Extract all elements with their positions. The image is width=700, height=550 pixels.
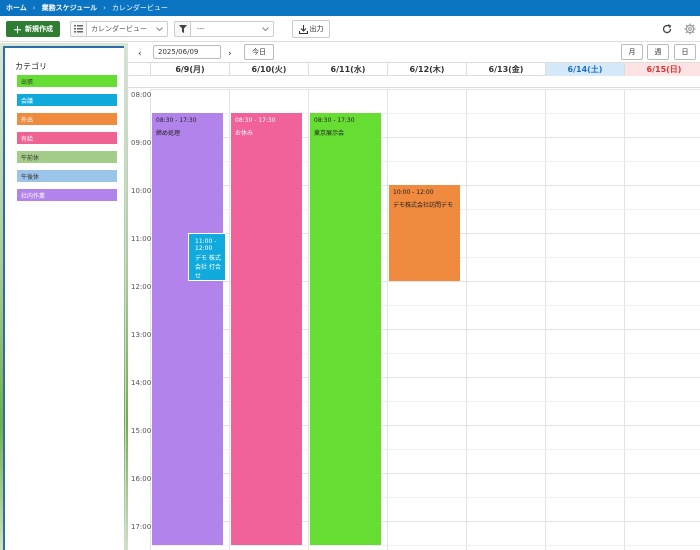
half-hour-line [150, 545, 700, 546]
event-time: 10:00 - 12:00 [393, 189, 434, 196]
today-button[interactable]: 今日 [244, 44, 274, 60]
filter-icon[interactable] [174, 21, 190, 37]
new-button[interactable]: ＋ 新規作成 [6, 21, 60, 37]
next-week-button[interactable]: › [228, 49, 232, 59]
toolbar: ＋ 新規作成 カレンダービュー --- 出力 [0, 16, 700, 42]
refresh-icon[interactable] [662, 24, 672, 34]
day-header-row: 6/9(月) 6/10(火) 6/11(水) 6/12(木) 6/13(金) 6/14(土… [128, 62, 700, 76]
category-item[interactable]: 会議 [17, 94, 117, 106]
hour-label: 16:00 [131, 475, 152, 483]
day-header[interactable]: 6/15(日) [624, 63, 700, 76]
day-column-divider [545, 89, 546, 550]
calendar-event[interactable]: 08:30 - 17:30 東京展示会 [310, 113, 381, 545]
breadcrumb-home[interactable]: ホーム [6, 3, 27, 13]
calendar: ‹ 2025/06/09 › 今日 月 週 日 6/9(月) 6/10(火) 6/1… [128, 43, 700, 550]
breadcrumb-schedule[interactable]: 業務スケジュール [42, 3, 98, 13]
month-view-button[interactable]: 月 [621, 44, 643, 60]
hour-label: 12:00 [131, 283, 152, 291]
event-title: デモ 株式会社 打合せ [195, 255, 221, 280]
category-item[interactable]: 出張 [17, 75, 117, 87]
category-item[interactable]: 外出 [17, 113, 117, 125]
list-icon[interactable] [70, 21, 86, 37]
category-item[interactable]: 午前休 [17, 151, 117, 163]
hour-label: 13:00 [131, 331, 152, 339]
day-header[interactable]: 6/12(木) [387, 63, 466, 76]
prev-week-button[interactable]: ‹ [138, 49, 142, 59]
date-picker[interactable]: 2025/06/09 [153, 45, 221, 59]
breadcrumb-separator-icon: › [103, 4, 106, 12]
event-title: 締め処理 [156, 130, 181, 137]
event-title: 東京展示会 [314, 130, 345, 137]
day-header[interactable]: 6/9(月) [150, 63, 229, 76]
calendar-event[interactable]: 10:00 - 12:00 デモ株式会社訪問デモ [389, 185, 460, 281]
hour-label: 11:00 [131, 235, 152, 243]
plus-icon: ＋ [12, 25, 22, 36]
chevron-down-icon [156, 26, 163, 34]
category-panel: カテゴリ 出張会議外出有給午前休午後休社内作業 [3, 46, 126, 550]
event-time: 11:00 - 12:00 [195, 238, 217, 252]
event-title: デモ株式会社訪問デモ [393, 202, 454, 209]
filter-select[interactable]: --- [190, 21, 274, 37]
day-column-divider [308, 89, 309, 550]
event-time: 08:30 - 17:30 [235, 117, 276, 124]
breadcrumb-current: カレンダービュー [111, 4, 168, 12]
day-column-divider [466, 89, 467, 550]
filter-select-value: --- [197, 25, 205, 33]
hour-label: 15:00 [131, 427, 152, 435]
hour-label: 14:00 [131, 379, 152, 387]
day-header[interactable]: 6/11(水) [308, 63, 387, 76]
new-button-label: 新規作成 [25, 25, 53, 33]
hour-label: 09:00 [131, 139, 152, 147]
download-icon [298, 24, 308, 34]
export-button-label: 出力 [309, 25, 324, 33]
calendar-event[interactable]: 11:00 - 12:00 デモ 株式会社 打合せ [188, 233, 226, 281]
day-column-divider [229, 89, 230, 550]
event-time: 08:30 - 17:30 [156, 117, 197, 124]
day-column-divider [387, 89, 388, 550]
view-select[interactable]: カレンダービュー [86, 21, 168, 37]
calendar-event[interactable]: 08:30 - 17:30 締め処理 [152, 113, 223, 545]
day-header[interactable]: 6/14(土) [545, 63, 624, 76]
hour-label: 17:00 [131, 523, 152, 531]
event-time: 08:30 - 17:30 [314, 117, 355, 124]
breadcrumb: ホーム › 業務スケジュール › カレンダービュー [0, 0, 700, 16]
current-date: 2025/06/09 [158, 48, 199, 56]
export-button[interactable]: 出力 [292, 20, 330, 38]
time-grid[interactable]: 08:00 09:00 10:00 11:00 12:00 13:00 14:00 15:00… [128, 89, 700, 550]
view-select-value: カレンダービュー [91, 25, 147, 33]
panel-divider [125, 48, 126, 550]
sidebar: カテゴリ 出張会議外出有給午前休午後休社内作業 [0, 43, 128, 550]
category-item[interactable]: 有給 [17, 132, 117, 144]
day-column-divider [624, 89, 625, 550]
event-title: お休み [235, 130, 254, 137]
calendar-event[interactable]: 08:30 - 17:30 お休み [231, 113, 302, 545]
day-header[interactable]: 6/10(火) [229, 63, 308, 76]
hour-label: 10:00 [131, 187, 152, 195]
gear-icon[interactable] [684, 23, 696, 35]
category-item[interactable]: 社内作業 [17, 189, 117, 201]
day-header[interactable]: 6/13(金) [466, 63, 545, 76]
week-view-button[interactable]: 週 [647, 44, 669, 60]
all-day-row[interactable] [128, 76, 700, 88]
day-view-button[interactable]: 日 [674, 44, 696, 60]
hour-line [150, 89, 700, 90]
category-item[interactable]: 午後休 [17, 170, 117, 182]
breadcrumb-separator-icon: › [32, 4, 36, 12]
category-panel-title: カテゴリ [15, 62, 47, 71]
chevron-down-icon [262, 26, 269, 34]
hour-label: 08:00 [131, 91, 152, 99]
